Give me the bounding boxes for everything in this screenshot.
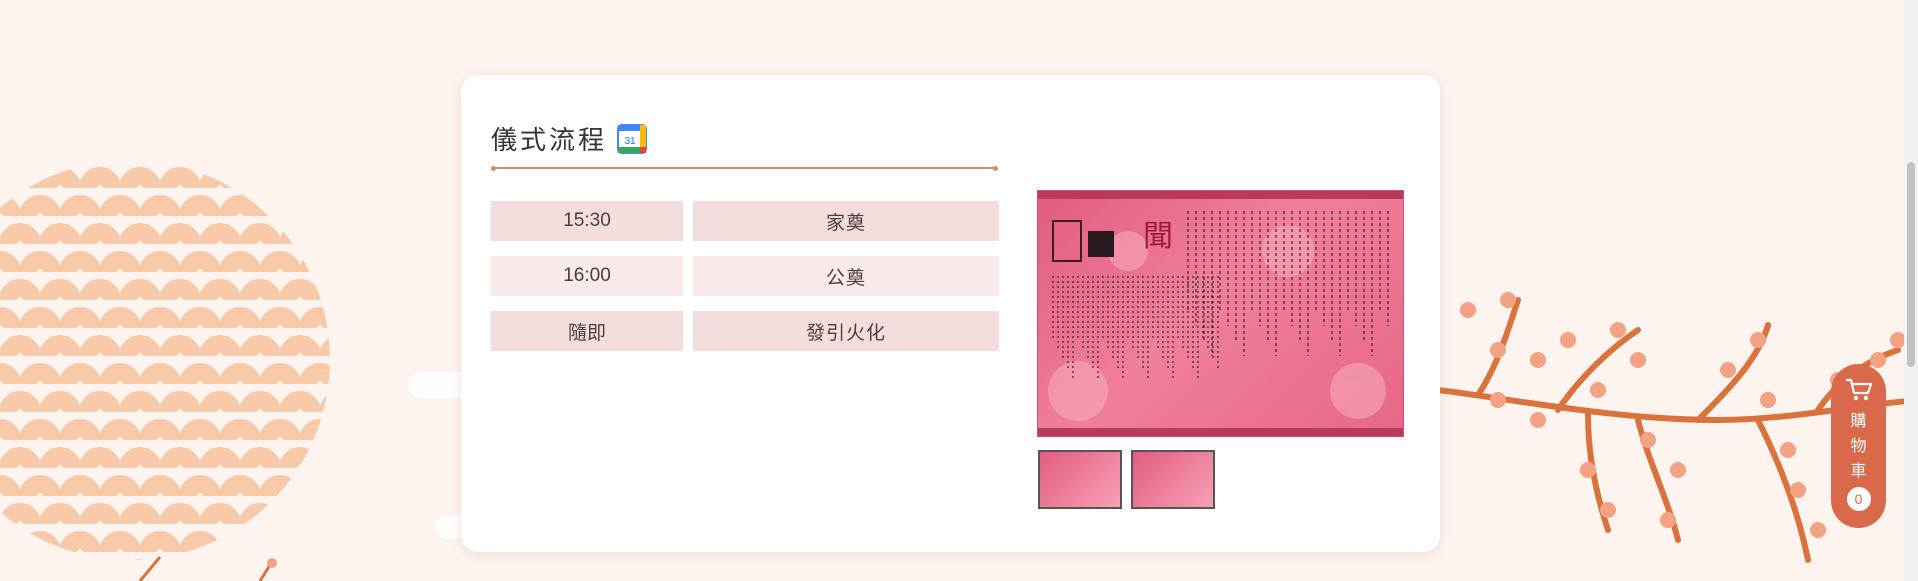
image-thumbnail[interactable] <box>1131 450 1215 509</box>
schedule-event: 發引火化 <box>693 311 999 351</box>
title-divider <box>491 165 998 171</box>
wave-pattern-decoration <box>0 160 330 560</box>
google-calendar-icon[interactable]: 31 <box>617 123 648 154</box>
schedule-row: 隨即 發引火化 <box>491 311 999 351</box>
schedule-time: 15:30 <box>491 201 683 241</box>
schedule-table: 15:30 家奠 16:00 公奠 隨即 發引火化 <box>491 201 999 366</box>
scrollbar-thumb[interactable] <box>1907 162 1915 367</box>
schedule-row: 16:00 公奠 <box>491 256 999 296</box>
page-scrollbar[interactable] <box>1904 0 1918 581</box>
schedule-event: 公奠 <box>693 256 999 296</box>
section-title: 儀式流程 <box>491 126 608 156</box>
cart-icon <box>1845 378 1872 401</box>
cart-label: 購物車 <box>1850 411 1867 480</box>
ceremony-card: 儀式流程 31 15:30 家奠 16:00 公奠 隨即 發引火化 聞 <box>461 75 1440 552</box>
image-thumbnail[interactable] <box>1038 450 1122 509</box>
obituary-notice-image[interactable]: 聞 <box>1037 190 1404 437</box>
schedule-row: 15:30 家奠 <box>491 201 999 241</box>
schedule-time: 16:00 <box>491 256 683 296</box>
section-header: 儀式流程 31 <box>491 120 648 157</box>
notice-artwork: 聞 <box>1038 191 1403 436</box>
schedule-time: 隨即 <box>491 311 683 351</box>
cart-count-badge: 0 <box>1846 487 1871 511</box>
notice-heading: 聞 <box>1143 219 1173 254</box>
twig-decoration <box>138 556 277 581</box>
schedule-event: 家奠 <box>693 201 999 241</box>
shopping-cart-button[interactable]: 購物車 0 <box>1831 364 1886 528</box>
calendar-icon-text: 31 <box>624 136 636 147</box>
